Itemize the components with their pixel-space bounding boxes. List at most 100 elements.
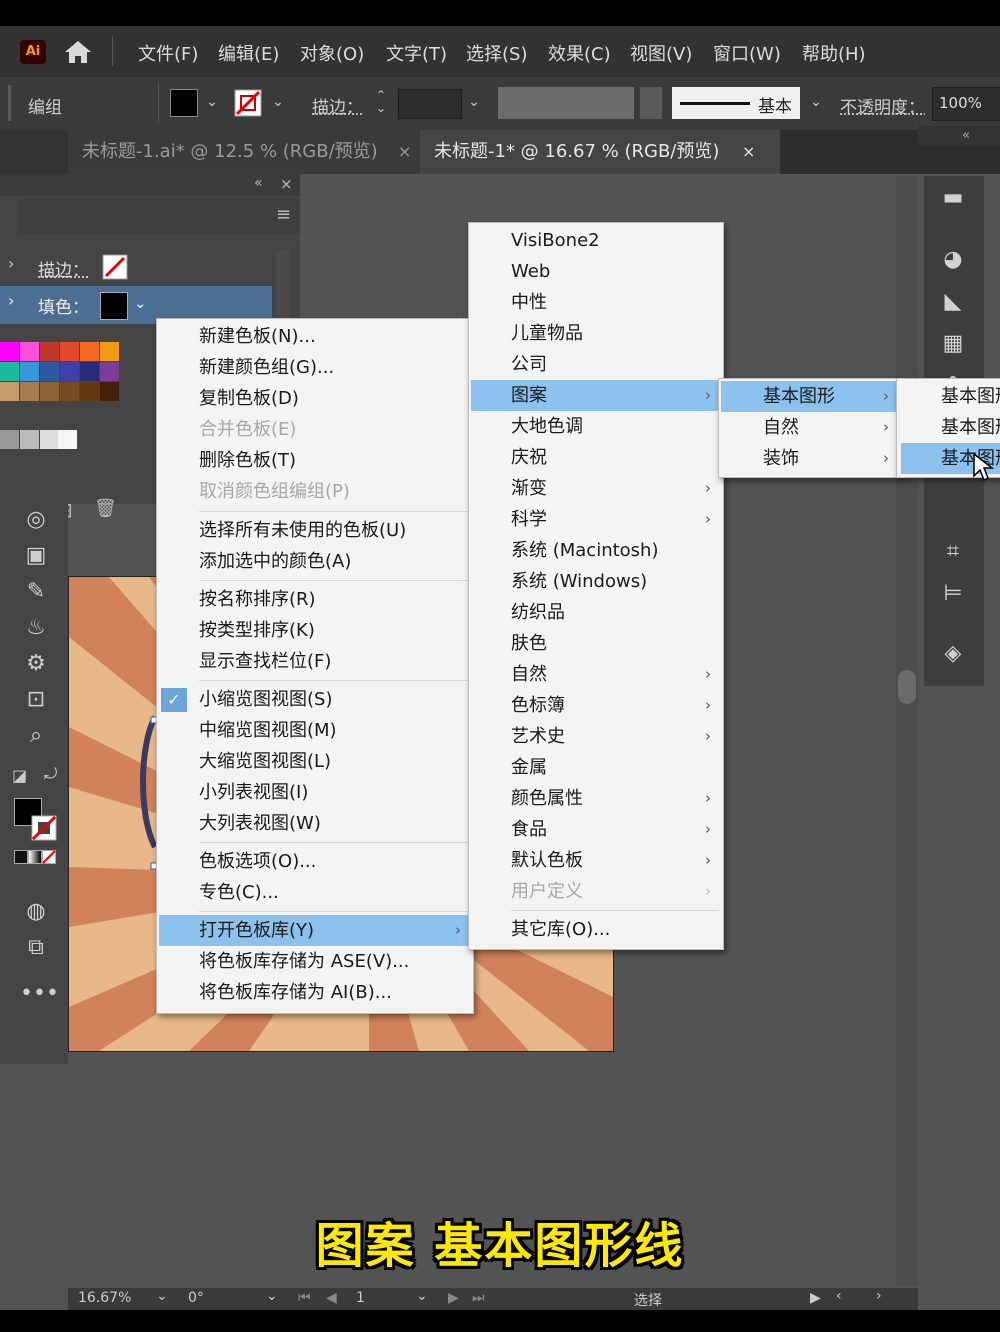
draw-mode-icon[interactable]: ◍: [20, 898, 52, 926]
chevron-right-icon[interactable]: ›: [8, 254, 14, 273]
menu-type[interactable]: 文字(T): [386, 40, 447, 66]
library-item-patterns[interactable]: 图案 ›: [471, 380, 721, 411]
library-item-other-library[interactable]: 其它库(O)...: [469, 914, 723, 945]
library-item-celebration[interactable]: 庆祝: [469, 442, 723, 473]
panel-menu-icon[interactable]: ≡: [276, 204, 291, 225]
library-item-default-swatches[interactable]: 默认色板 ›: [469, 845, 723, 876]
stroke-none-swatch[interactable]: [234, 89, 262, 117]
none-mode-button[interactable]: [42, 850, 56, 864]
menu-file[interactable]: 文件(F): [138, 40, 198, 66]
vertical-scrollbar[interactable]: [896, 176, 918, 1286]
swatch[interactable]: [60, 382, 79, 401]
gradient-mode-button[interactable]: [28, 850, 42, 864]
library-item-foods[interactable]: 食品 ›: [469, 814, 723, 845]
more-tools-icon[interactable]: •••: [20, 980, 59, 1008]
close-icon[interactable]: ×: [398, 130, 411, 174]
library-item-web[interactable]: Web: [469, 256, 723, 287]
last-artboard-icon[interactable]: ⏭: [472, 1290, 485, 1306]
symbol-sprayer-icon[interactable]: ⚙: [20, 650, 52, 678]
swatch[interactable]: [100, 382, 119, 401]
pattern-item-decorative[interactable]: 装饰 ›: [719, 443, 899, 474]
swatch[interactable]: [80, 342, 99, 361]
stroke-none-swatch[interactable]: [102, 254, 128, 280]
library-item-neutral[interactable]: 中性: [469, 287, 723, 318]
library-item-metal[interactable]: 金属: [469, 752, 723, 783]
scroll-thumb[interactable]: [898, 670, 916, 704]
menu-item-select-unused[interactable]: 选择所有未使用的色板(U): [157, 515, 473, 546]
menu-item-show-find-field[interactable]: 显示查找栏位(F): [157, 646, 473, 677]
screen-mode-icon[interactable]: ⧉: [20, 934, 52, 962]
eyedropper-tool-icon[interactable]: ✎: [20, 578, 52, 606]
library-item-earthtone[interactable]: 大地色调: [469, 411, 723, 442]
library-item-gradients[interactable]: 渐变 ›: [469, 473, 723, 504]
artboard-tool-icon[interactable]: ⊡: [20, 686, 52, 714]
menu-item-sort-by-name[interactable]: 按名称排序(R): [157, 584, 473, 615]
swatches-icon[interactable]: ▦: [936, 330, 970, 358]
library-item-system-mac[interactable]: 系统 (Macintosh): [469, 535, 723, 566]
brush-style-field[interactable]: 基本: [672, 87, 800, 119]
chevron-left-icon[interactable]: ‹: [836, 1288, 842, 1304]
color-mode-button[interactable]: [14, 850, 28, 864]
gradient-panel-icon[interactable]: ◣: [936, 288, 970, 316]
tab-document-1[interactable]: 未标题-1.ai* @ 12.5 % (RGB/预览) ×: [68, 130, 430, 174]
swatch[interactable]: [0, 342, 19, 361]
blend-tool-icon[interactable]: ♨: [20, 614, 52, 642]
swatch[interactable]: [20, 362, 39, 381]
menu-item-save-library-ase[interactable]: 将色板库存储为 ASE(V)...: [157, 946, 473, 977]
first-artboard-icon[interactable]: ⏮: [298, 1290, 311, 1306]
swatch[interactable]: [100, 342, 119, 361]
menu-item-add-selected-colors[interactable]: 添加选中的颜色(A): [157, 546, 473, 577]
basic-graphics-item-textures[interactable]: 基本图形: [897, 412, 1000, 443]
tab-document-2[interactable]: 未标题-1* @ 16.67 % (RGB/预览) ×: [420, 130, 780, 174]
previous-artboard-icon[interactable]: ◀: [326, 1290, 337, 1306]
swatch[interactable]: [40, 382, 59, 401]
comments-icon[interactable]: ▬: [936, 184, 970, 212]
library-item-system-windows[interactable]: 系统 (Windows): [469, 566, 723, 597]
variable-width-profile[interactable]: [498, 87, 634, 119]
home-icon[interactable]: [62, 38, 94, 66]
chevron-down-icon[interactable]: ⌄: [134, 294, 147, 312]
pattern-item-nature[interactable]: 自然 ›: [719, 412, 899, 443]
default-colors-icon[interactable]: ◪: [12, 766, 27, 785]
swatch[interactable]: [60, 342, 79, 361]
menu-help[interactable]: 帮助(H): [802, 40, 866, 66]
library-item-skin-tones[interactable]: 肤色: [469, 628, 723, 659]
gradient-tool-icon[interactable]: ▣: [20, 542, 52, 570]
chevron-down-icon[interactable]: ⌄: [416, 1288, 428, 1304]
menu-select[interactable]: 选择(S): [466, 40, 527, 66]
chevron-right-icon[interactable]: ›: [876, 1288, 882, 1304]
rotation-value[interactable]: 0°: [188, 1290, 204, 1306]
close-icon[interactable]: ×: [280, 175, 293, 193]
swatch[interactable]: [20, 382, 39, 401]
menu-item-small-list-view[interactable]: 小列表视图(I): [157, 777, 473, 808]
menu-item-duplicate-swatch[interactable]: 复制色板(D): [157, 383, 473, 414]
opacity-input[interactable]: 100%: [932, 87, 1000, 121]
collapse-icon[interactable]: «: [962, 128, 970, 143]
profile-dropdown[interactable]: [640, 87, 662, 119]
library-item-color-properties[interactable]: 颜色属性 ›: [469, 783, 723, 814]
menu-effect[interactable]: 效果(C): [548, 40, 611, 66]
swatch[interactable]: [0, 362, 19, 381]
library-item-nature[interactable]: 自然 ›: [469, 659, 723, 690]
basic-graphics-item-dots[interactable]: 基本图形: [897, 381, 1000, 412]
swatch[interactable]: [20, 430, 39, 449]
menu-object[interactable]: 对象(O): [300, 40, 364, 66]
library-item-color-books[interactable]: 色标簿 ›: [469, 690, 723, 721]
menu-item-save-library-ai[interactable]: 将色板库存储为 AI(B)...: [157, 977, 473, 1008]
menu-item-large-list-view[interactable]: 大列表视图(W): [157, 808, 473, 839]
zoom-tool-icon[interactable]: ⌕: [20, 722, 52, 750]
fill-swatch[interactable]: [100, 292, 128, 320]
stroke-color-box[interactable]: [30, 814, 58, 842]
next-artboard-icon[interactable]: ▶: [448, 1290, 459, 1306]
close-icon[interactable]: ×: [742, 130, 755, 174]
library-item-textiles[interactable]: 纺织品: [469, 597, 723, 628]
menu-item-new-swatch[interactable]: 新建色板(N)...: [157, 321, 473, 352]
menu-window[interactable]: 窗口(W): [713, 40, 781, 66]
swatch[interactable]: [100, 362, 119, 381]
artboard-number[interactable]: 1: [356, 1290, 365, 1306]
chevron-down-icon[interactable]: ⌄: [266, 1288, 278, 1304]
collapse-icon[interactable]: «: [254, 175, 263, 191]
swatch[interactable]: [58, 430, 77, 449]
menu-item-sort-by-kind[interactable]: 按类型排序(K): [157, 615, 473, 646]
swatch[interactable]: [60, 362, 79, 381]
